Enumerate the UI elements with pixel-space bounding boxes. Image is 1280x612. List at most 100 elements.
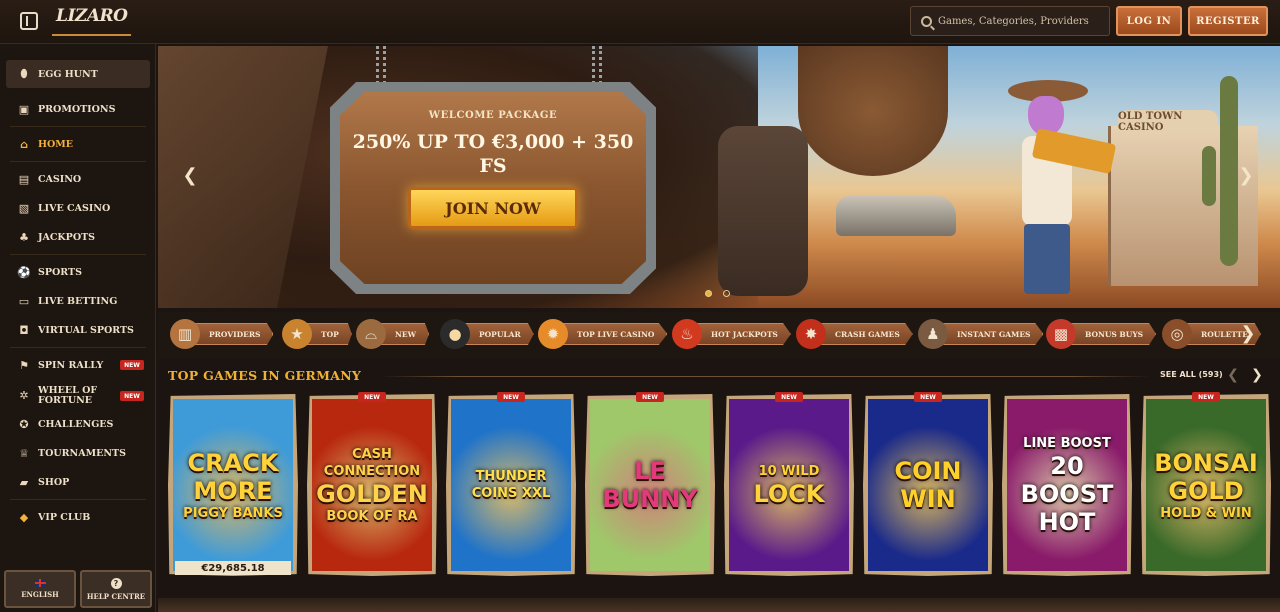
sidebar-item-home[interactable]: ⌂ HOME: [6, 130, 150, 158]
game-thumbnail: LE BUNNY: [590, 399, 710, 571]
roulette-icon: ◎: [1162, 319, 1192, 349]
category-crash-games[interactable]: ✸ CRASH GAMES: [796, 319, 913, 349]
joystick-icon: ♟: [918, 319, 948, 349]
game-card[interactable]: THUNDER COINS XXL: [446, 394, 576, 576]
bottom-strip: [158, 598, 1280, 612]
sidebar-item-label: LIVE BETTING: [38, 295, 118, 307]
game-thumbnail: CASH CONNECTION GOLDEN BOOK OF RA: [312, 399, 432, 571]
sidebar-item-label: SPIN RALLY: [38, 359, 104, 371]
lizard-cowboy-mascot: [988, 66, 1117, 296]
help-centre-button[interactable]: ? HELP CENTRE: [80, 570, 152, 608]
sidebar-item-virtual-sports[interactable]: ◘ VIRTUAL SPORTS: [6, 316, 150, 344]
sidebar-item-casino[interactable]: ▤ CASINO: [6, 165, 150, 193]
banner-next-arrow-icon[interactable]: ❯: [1236, 164, 1256, 186]
section-title: TOP GAMES IN GERMANY: [168, 368, 362, 383]
games-next-arrow-icon[interactable]: ❯: [1250, 366, 1264, 384]
banner-subtitle: WELCOME PACKAGE: [428, 110, 558, 121]
game-title-text: WIN: [900, 485, 956, 513]
site-logo[interactable]: LIZARO: [52, 6, 132, 36]
sidebar-item-label: CHALLENGES: [38, 418, 114, 430]
category-hot-jackpots[interactable]: ♨ HOT JACKPOTS: [672, 319, 791, 349]
sidebar-item-live-betting[interactable]: ▭ LIVE BETTING: [6, 287, 150, 315]
sidebar-divider: [10, 126, 146, 127]
sidebar-item-label: VIRTUAL SPORTS: [38, 324, 134, 336]
uk-flag-icon: [34, 579, 46, 587]
language-button[interactable]: ENGLISH: [4, 570, 76, 608]
category-new[interactable]: ⌓ NEW: [356, 319, 429, 349]
category-popular[interactable]: ● POPULAR: [440, 319, 534, 349]
category-label: TOP LIVE CASINO: [560, 323, 668, 345]
category-bonus-buys[interactable]: ▩ BONUS BUYS: [1046, 319, 1157, 349]
game-card[interactable]: COIN WIN: [863, 394, 993, 576]
sidebar-item-tournaments[interactable]: ♕ TOURNAMENTS: [6, 439, 150, 467]
sidebar-item-egg-hunt[interactable]: ⬮ EGG HUNT: [6, 60, 150, 88]
gift-icon: ▣: [18, 102, 30, 116]
category-label: PROVIDERS: [192, 323, 274, 345]
soccer-ball-icon: ⚽: [17, 265, 31, 279]
game-title-text: LINE BOOST: [1023, 435, 1111, 451]
sidebar-item-label: JACKPOTS: [38, 231, 96, 243]
provider-icon: ▥: [170, 319, 200, 349]
sidebar-item-live-casino[interactable]: ▧ LIVE CASINO: [6, 194, 150, 222]
see-all-link[interactable]: SEE ALL (593): [1160, 370, 1223, 379]
home-icon: ⌂: [20, 137, 28, 151]
rally-icon: ⚑: [19, 358, 29, 372]
login-button[interactable]: LOG IN: [1116, 6, 1182, 36]
category-instant-games[interactable]: ♟ INSTANT GAMES: [918, 319, 1044, 349]
game-card[interactable]: 10 WILD LOCK: [724, 394, 854, 576]
new-badge: NEW: [120, 360, 144, 370]
sidebar-divider: [10, 254, 146, 255]
sidebar-item-challenges[interactable]: ✪ CHALLENGES: [6, 410, 150, 438]
register-button[interactable]: REGISTER: [1188, 6, 1268, 36]
slide-dot-1[interactable]: [705, 290, 712, 297]
game-card[interactable]: CASH CONNECTION GOLDEN BOOK OF RA: [307, 394, 437, 576]
sidebar-item-label: EGG HUNT: [38, 68, 98, 80]
glove-graphic: [798, 46, 948, 176]
sidebar-item-label: SPORTS: [38, 266, 82, 278]
search-input[interactable]: [938, 15, 1098, 27]
game-thumbnail: COIN WIN: [868, 399, 988, 571]
slide-dot-2[interactable]: [723, 290, 730, 297]
games-prev-arrow-icon[interactable]: ❮: [1226, 366, 1240, 384]
category-providers[interactable]: ▥ PROVIDERS: [170, 319, 274, 349]
game-title-text: HOT: [1038, 507, 1096, 536]
game-title-text: LE: [634, 457, 666, 485]
sidebar-item-sports[interactable]: ⚽ SPORTS: [6, 258, 150, 286]
game-card[interactable]: CRACK MORE PIGGY BANKS: [168, 394, 298, 576]
game-title-text: 10 WILD: [758, 463, 820, 479]
game-card[interactable]: LE BUNNY: [585, 394, 715, 576]
revolver-graphic: [718, 126, 808, 296]
banner-prev-arrow-icon[interactable]: ❮: [180, 164, 200, 186]
sidebar-item-vip-club[interactable]: ◆ VIP CLUB: [6, 503, 150, 531]
shopping-bag-icon: ▰: [19, 475, 29, 489]
sidebar-item-shop[interactable]: ▰ SHOP: [6, 468, 150, 496]
game-title-text: GOLD: [1168, 476, 1244, 505]
game-title-text: LOCK: [753, 479, 825, 508]
wheel-icon: ✲: [19, 389, 29, 402]
game-card[interactable]: BONSAI GOLD HOLD & WIN: [1141, 394, 1271, 576]
sidebar-toggle-icon[interactable]: [20, 12, 38, 30]
sidebar-item-jackpots[interactable]: ♣ JACKPOTS: [6, 223, 150, 251]
join-now-button[interactable]: JOIN NOW: [408, 187, 578, 229]
sidebar-item-label: CASINO: [38, 173, 82, 185]
sidebar: ⬮ EGG HUNT ▣ PROMOTIONS ⌂ HOME ▤ CASINO ▧ LIV…: [0, 44, 156, 612]
category-top-live-casino[interactable]: ✹ TOP LIVE CASINO: [538, 319, 668, 349]
game-card[interactable]: LINE BOOST 20 BOOST HOT: [1002, 394, 1132, 576]
category-top[interactable]: ★ TOP: [282, 319, 352, 349]
star-badge-icon: ★: [282, 319, 312, 349]
new-badge: NEW: [775, 392, 803, 402]
game-title-text: BUNNY: [602, 485, 698, 513]
category-bar: ▥ PROVIDERS ★ TOP ⌓ NEW ● POPULAR ✹ TOP …: [158, 312, 1280, 358]
sidebar-item-promotions[interactable]: ▣ PROMOTIONS: [6, 95, 150, 123]
promo-banner[interactable]: OLD TOWN CASINO WELCOME PACKAGE 250% UP …: [158, 46, 1280, 308]
new-badge: NEW: [1192, 392, 1220, 402]
search-box[interactable]: [910, 6, 1110, 36]
sidebar-item-label: TOURNAMENTS: [38, 447, 126, 459]
game-title-text: BOOK OF RA: [326, 508, 418, 524]
category-label: HOT JACKPOTS: [694, 323, 791, 345]
new-badge: NEW: [636, 392, 664, 402]
game-title-text: MORE: [193, 476, 273, 505]
game-title-text: CRACK: [187, 448, 279, 477]
category-next-arrow-icon[interactable]: ❯: [1238, 322, 1258, 344]
sidebar-divider: [10, 499, 146, 500]
